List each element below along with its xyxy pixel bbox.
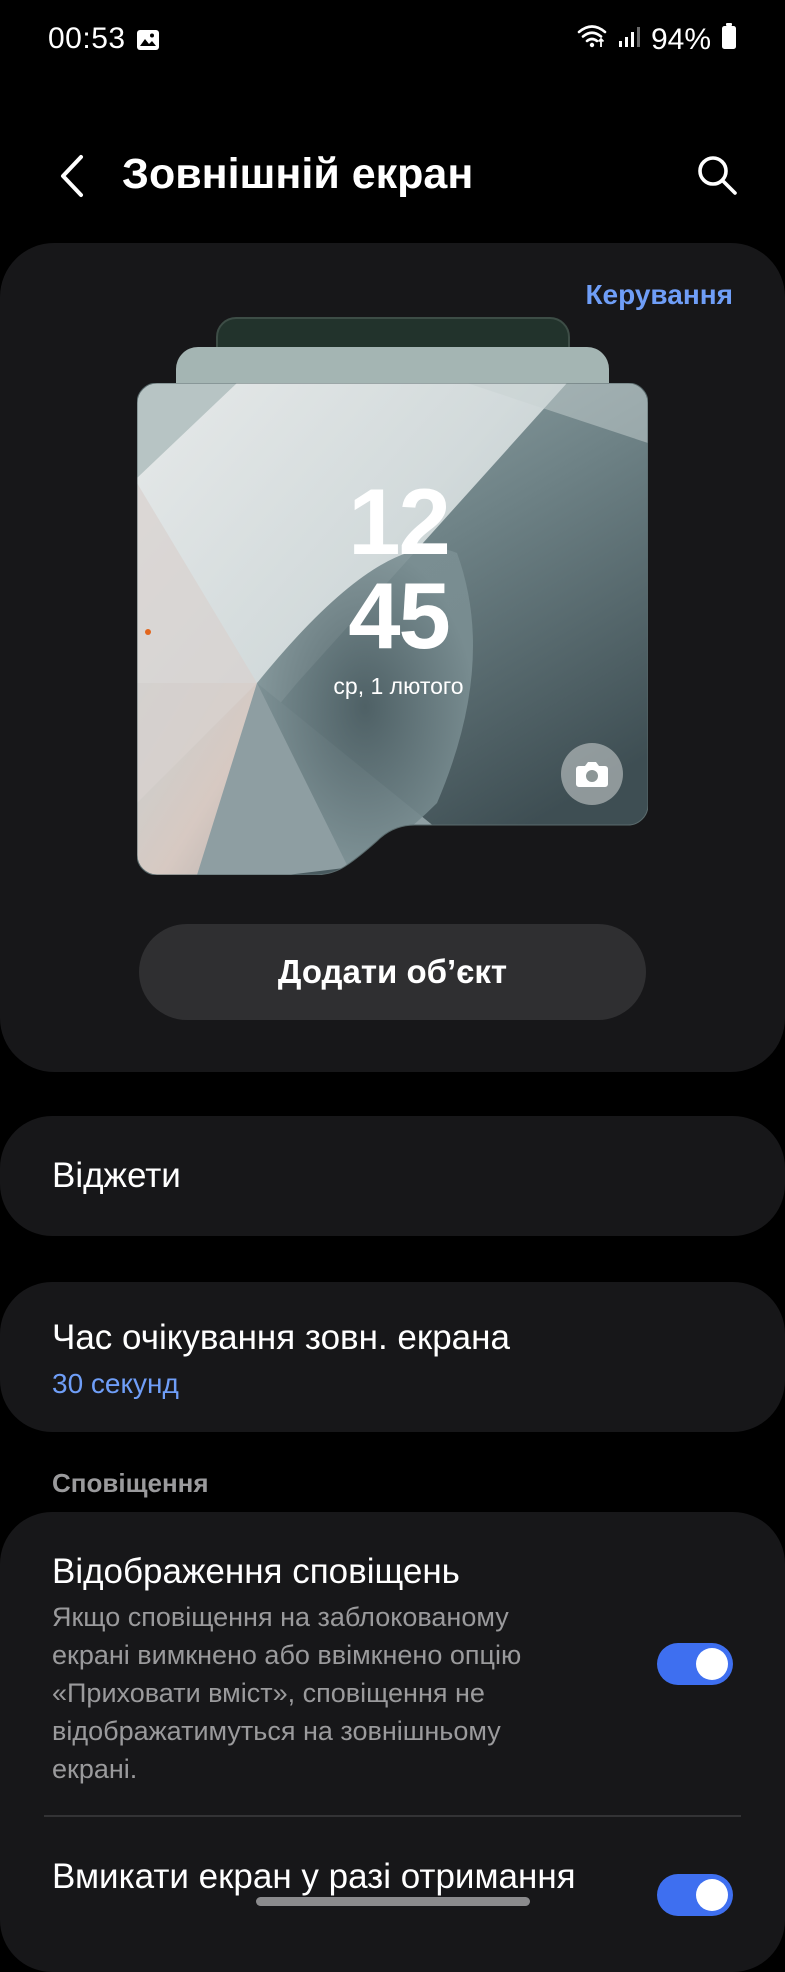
status-indicators: 94% [577, 22, 737, 58]
cover-screen-preview[interactable]: 12 45 ср, 1 лютого [137, 383, 648, 875]
notifications-section-header: Сповіщення [52, 1468, 209, 1498]
app-bar: Зовнішній екран [0, 120, 785, 230]
battery-level: 94% [650, 23, 711, 56]
divider [44, 1815, 741, 1817]
cover-screen-preview-card: Керування 12 45 ср, 1 лютого Додати об’є… [0, 243, 785, 1072]
show-notifications-description: Якщо сповіщення на заблокованому екрані … [52, 1602, 522, 1784]
gallery-notification-icon [136, 28, 160, 52]
toggle-knob [696, 1648, 728, 1680]
signal-icon [617, 23, 641, 57]
search-button[interactable] [688, 146, 746, 204]
camera-shortcut-button[interactable] [561, 743, 623, 805]
camera-icon [576, 762, 608, 787]
search-icon [698, 156, 737, 195]
screen-timeout-setting[interactable]: Час очікування зовн. екрана 30 секунд [0, 1282, 785, 1432]
wake-screen-label[interactable]: Вмикати екран у разі отримання [52, 1857, 576, 1897]
widgets-setting[interactable]: Віджети [0, 1116, 785, 1236]
clock-date: ср, 1 лютого [333, 673, 464, 699]
wifi-icon [577, 23, 607, 57]
clock-hour: 12 [348, 469, 451, 574]
screen-timeout-label: Час очікування зовн. екрана [52, 1318, 510, 1357]
show-notifications-label[interactable]: Відображення сповіщень [52, 1552, 460, 1592]
back-button[interactable] [44, 148, 100, 204]
page-title: Зовнішній екран [122, 150, 474, 198]
back-arrow-icon [61, 155, 83, 197]
status-bar: 00:53 94% [0, 0, 785, 84]
home-indicator[interactable] [256, 1897, 530, 1906]
wake-screen-toggle[interactable] [657, 1874, 733, 1916]
widgets-label: Віджети [52, 1156, 181, 1195]
clock-minute: 45 [348, 563, 451, 668]
add-object-button[interactable]: Додати об’єкт [139, 924, 646, 1020]
toggle-knob [696, 1879, 728, 1911]
manage-link[interactable]: Керування [585, 279, 733, 311]
status-time: 00:53 [48, 22, 126, 55]
show-notifications-toggle[interactable] [657, 1643, 733, 1685]
battery-icon [721, 22, 737, 58]
screen-timeout-value: 30 секунд [52, 1368, 179, 1399]
